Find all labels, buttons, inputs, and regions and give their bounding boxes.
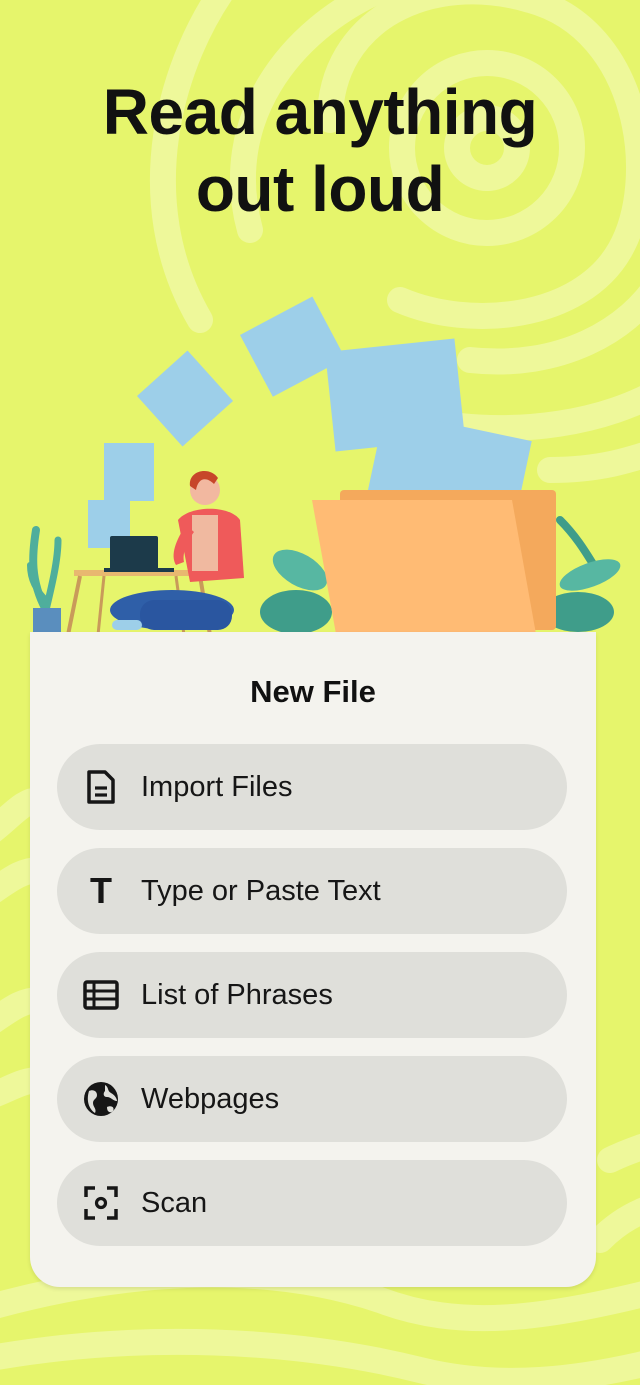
type-or-paste-text-label: Type or Paste Text bbox=[141, 874, 381, 907]
list-of-phrases-label: List of Phrases bbox=[141, 978, 333, 1011]
globe-icon bbox=[81, 1079, 121, 1119]
hero-headline: Read anything out loud bbox=[0, 74, 640, 228]
scan-label: Scan bbox=[141, 1186, 208, 1219]
panel-title: New File bbox=[250, 674, 376, 709]
potted-plant bbox=[27, 526, 62, 635]
headline-line-1: Read anything bbox=[102, 76, 538, 148]
webpages-button[interactable]: Webpages bbox=[57, 1056, 567, 1142]
list-table-icon bbox=[81, 975, 121, 1015]
scan-icon bbox=[81, 1183, 121, 1223]
scan-button[interactable]: Scan bbox=[57, 1160, 567, 1246]
list-of-phrases-button[interactable]: List of Phrases bbox=[57, 952, 567, 1038]
laptop bbox=[104, 536, 174, 572]
new-file-panel: New File Import Files T Type or Paste Te… bbox=[30, 632, 596, 1287]
type-or-paste-text-button[interactable]: T Type or Paste Text bbox=[57, 848, 567, 934]
text-t-icon: T bbox=[90, 870, 112, 911]
webpages-label: Webpages bbox=[141, 1082, 280, 1115]
folder bbox=[312, 490, 556, 634]
reading-illustration bbox=[27, 296, 621, 636]
document-icon bbox=[81, 767, 121, 807]
import-files-button[interactable]: Import Files bbox=[57, 744, 567, 830]
headline-line-2: out loud bbox=[195, 153, 445, 225]
import-files-label: Import Files bbox=[141, 770, 293, 803]
